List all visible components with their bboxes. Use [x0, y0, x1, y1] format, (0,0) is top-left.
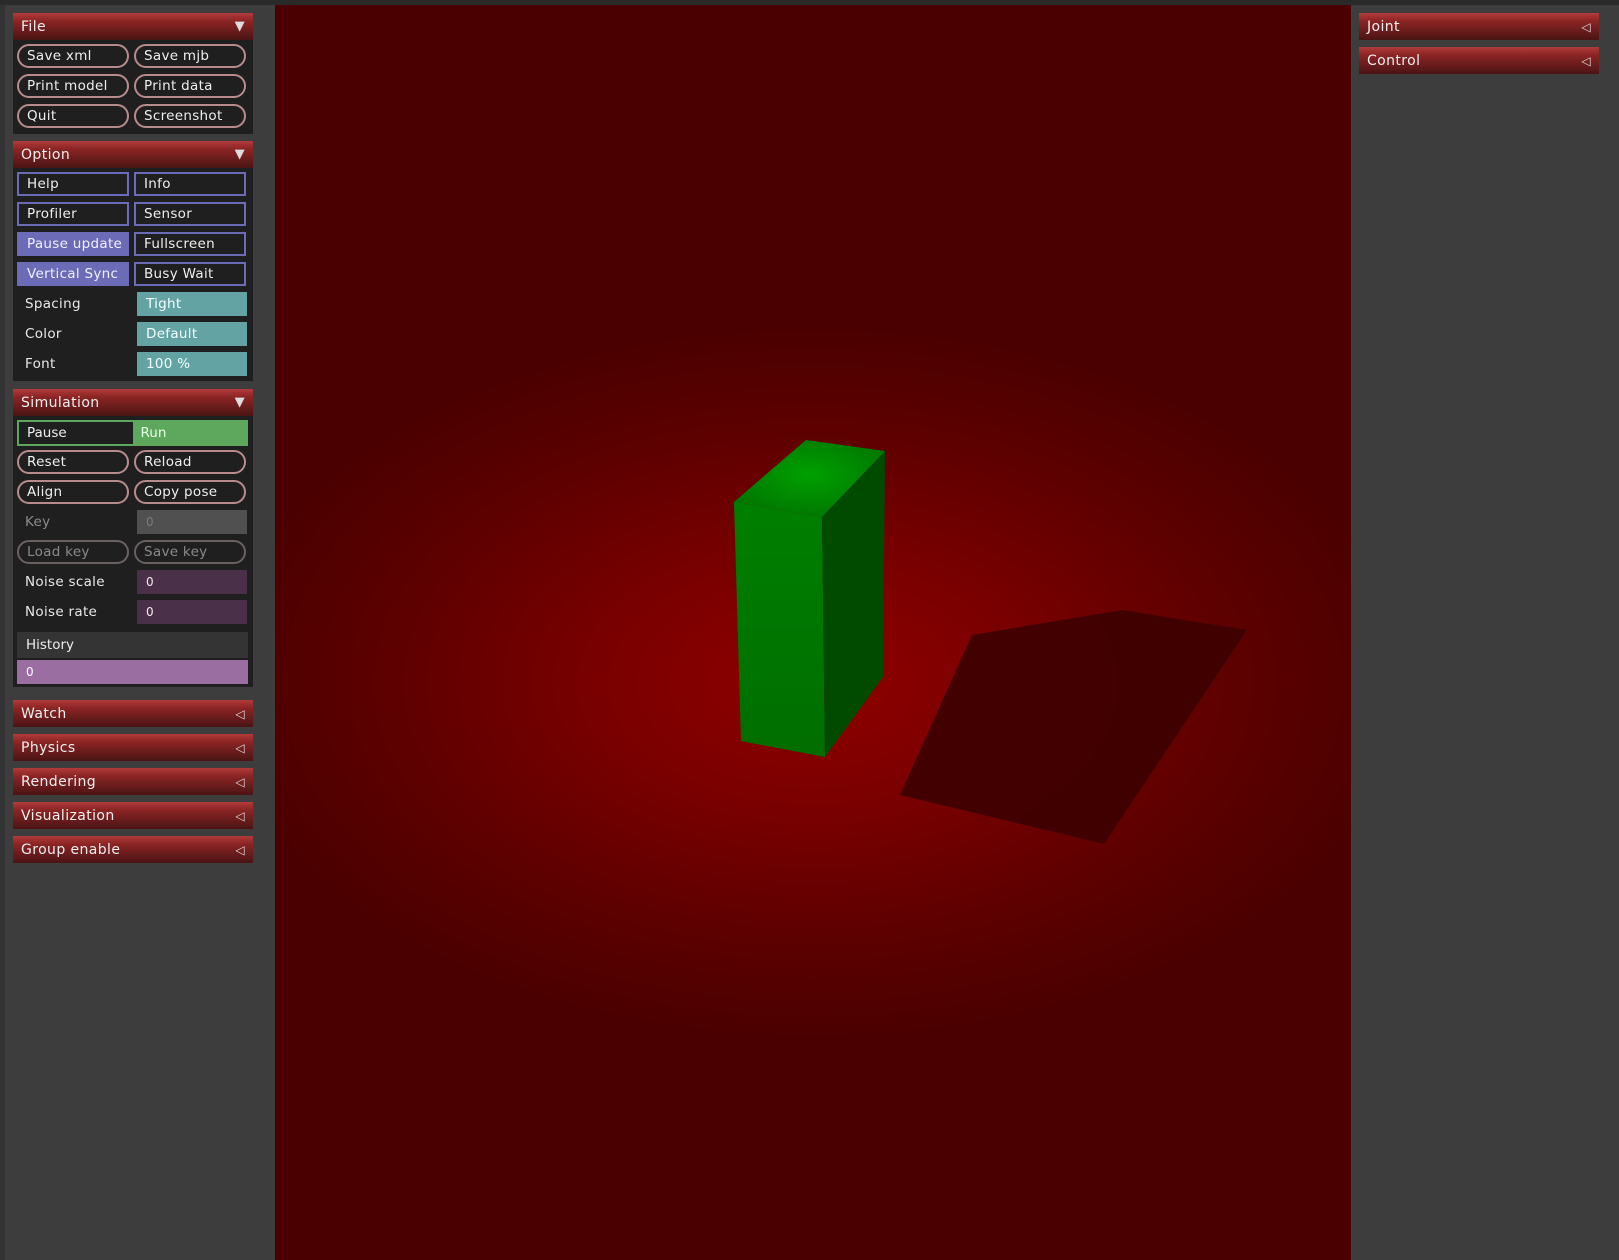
- group-enable-section-title: Group enable: [21, 841, 121, 858]
- history-slider[interactable]: 0: [17, 660, 248, 684]
- visualization-section-header[interactable]: Visualization ◁: [13, 802, 253, 829]
- collapse-arrow-icon: ◁: [235, 706, 245, 721]
- busy-wait-toggle[interactable]: Busy Wait: [134, 262, 246, 286]
- left-ui-panel: File ▼ Save xml Save mjb Print model Pri…: [5, 5, 275, 1260]
- save-xml-button[interactable]: Save xml: [17, 44, 129, 68]
- option-section-title: Option: [21, 146, 71, 163]
- option-section-header[interactable]: Option ▼: [13, 141, 253, 168]
- scene-render: [734, 440, 1247, 844]
- reload-button[interactable]: Reload: [134, 450, 246, 474]
- app-window: File ▼ Save xml Save mjb Print model Pri…: [0, 0, 1619, 1260]
- noise-rate-slider[interactable]: 0: [137, 600, 247, 624]
- noise-rate-label: Noise rate: [25, 604, 98, 620]
- spacing-label: Spacing: [25, 296, 81, 312]
- run-option[interactable]: Run: [132, 422, 246, 444]
- joint-section-header[interactable]: Joint ◁: [1359, 13, 1599, 40]
- font-select[interactable]: 100 %: [137, 352, 247, 376]
- simulation-section-header[interactable]: Simulation ▼: [13, 389, 253, 416]
- screenshot-button[interactable]: Screenshot: [134, 104, 246, 128]
- font-label: Font: [25, 356, 56, 372]
- quit-button[interactable]: Quit: [17, 104, 129, 128]
- pause-option[interactable]: Pause: [19, 422, 133, 444]
- expand-arrow-icon: ▼: [234, 147, 245, 162]
- collapse-arrow-icon: ◁: [235, 774, 245, 789]
- collapse-arrow-icon: ◁: [235, 808, 245, 823]
- profiler-toggle[interactable]: Profiler: [17, 202, 129, 226]
- sensor-toggle[interactable]: Sensor: [134, 202, 246, 226]
- watch-section-title: Watch: [21, 705, 67, 722]
- reset-button[interactable]: Reset: [17, 450, 129, 474]
- noise-scale-slider[interactable]: 0: [137, 570, 247, 594]
- 3d-viewport[interactable]: [275, 5, 1351, 1260]
- collapse-arrow-icon: ◁: [1581, 53, 1591, 68]
- file-section-header[interactable]: File ▼: [13, 13, 253, 40]
- control-section-title: Control: [1367, 52, 1421, 69]
- file-section-title: File: [21, 18, 47, 35]
- file-section: File ▼ Save xml Save mjb Print model Pri…: [13, 13, 253, 134]
- physics-section-header[interactable]: Physics ◁: [13, 734, 253, 761]
- save-key-button[interactable]: Save key: [134, 540, 246, 564]
- color-select[interactable]: Default: [137, 322, 247, 346]
- collapse-arrow-icon: ◁: [235, 842, 245, 857]
- collapse-arrow-icon: ◁: [1581, 19, 1591, 34]
- expand-arrow-icon: ▼: [234, 395, 245, 410]
- align-button[interactable]: Align: [17, 480, 129, 504]
- box-shadow: [900, 610, 1247, 844]
- pause-run-switch: Pause Run: [17, 420, 248, 446]
- expand-arrow-icon: ▼: [234, 19, 245, 34]
- key-slider[interactable]: 0: [137, 510, 247, 534]
- joint-section-title: Joint: [1367, 18, 1400, 35]
- load-key-button[interactable]: Load key: [17, 540, 129, 564]
- rendering-section-header[interactable]: Rendering ◁: [13, 768, 253, 795]
- visualization-section-title: Visualization: [21, 807, 115, 824]
- group-enable-section-header[interactable]: Group enable ◁: [13, 836, 253, 863]
- key-label: Key: [25, 514, 51, 530]
- noise-scale-label: Noise scale: [25, 574, 105, 590]
- right-ui-panel: Joint ◁ Control ◁: [1351, 5, 1619, 1260]
- collapse-arrow-icon: ◁: [235, 740, 245, 755]
- physics-section-title: Physics: [21, 739, 76, 756]
- pause-update-toggle[interactable]: Pause update: [17, 232, 129, 256]
- watch-section-header[interactable]: Watch ◁: [13, 700, 253, 727]
- simulation-section: Simulation ▼ Pause Run Reset Reload Alig…: [13, 389, 253, 687]
- color-label: Color: [25, 326, 62, 342]
- spacing-select[interactable]: Tight: [137, 292, 247, 316]
- info-toggle[interactable]: Info: [134, 172, 246, 196]
- print-model-button[interactable]: Print model: [17, 74, 129, 98]
- rendering-section-title: Rendering: [21, 773, 97, 790]
- save-mjb-button[interactable]: Save mjb: [134, 44, 246, 68]
- fullscreen-toggle[interactable]: Fullscreen: [134, 232, 246, 256]
- print-data-button[interactable]: Print data: [134, 74, 246, 98]
- help-toggle[interactable]: Help: [17, 172, 129, 196]
- copy-pose-button[interactable]: Copy pose: [134, 480, 246, 504]
- option-section: Option ▼ Help Info Profiler Sensor Pause…: [13, 141, 253, 381]
- simulation-section-title: Simulation: [21, 394, 100, 411]
- vertical-sync-toggle[interactable]: Vertical Sync: [17, 262, 129, 286]
- box-front-face: [734, 502, 825, 757]
- history-label: History: [17, 632, 248, 658]
- control-section-header[interactable]: Control ◁: [1359, 47, 1599, 74]
